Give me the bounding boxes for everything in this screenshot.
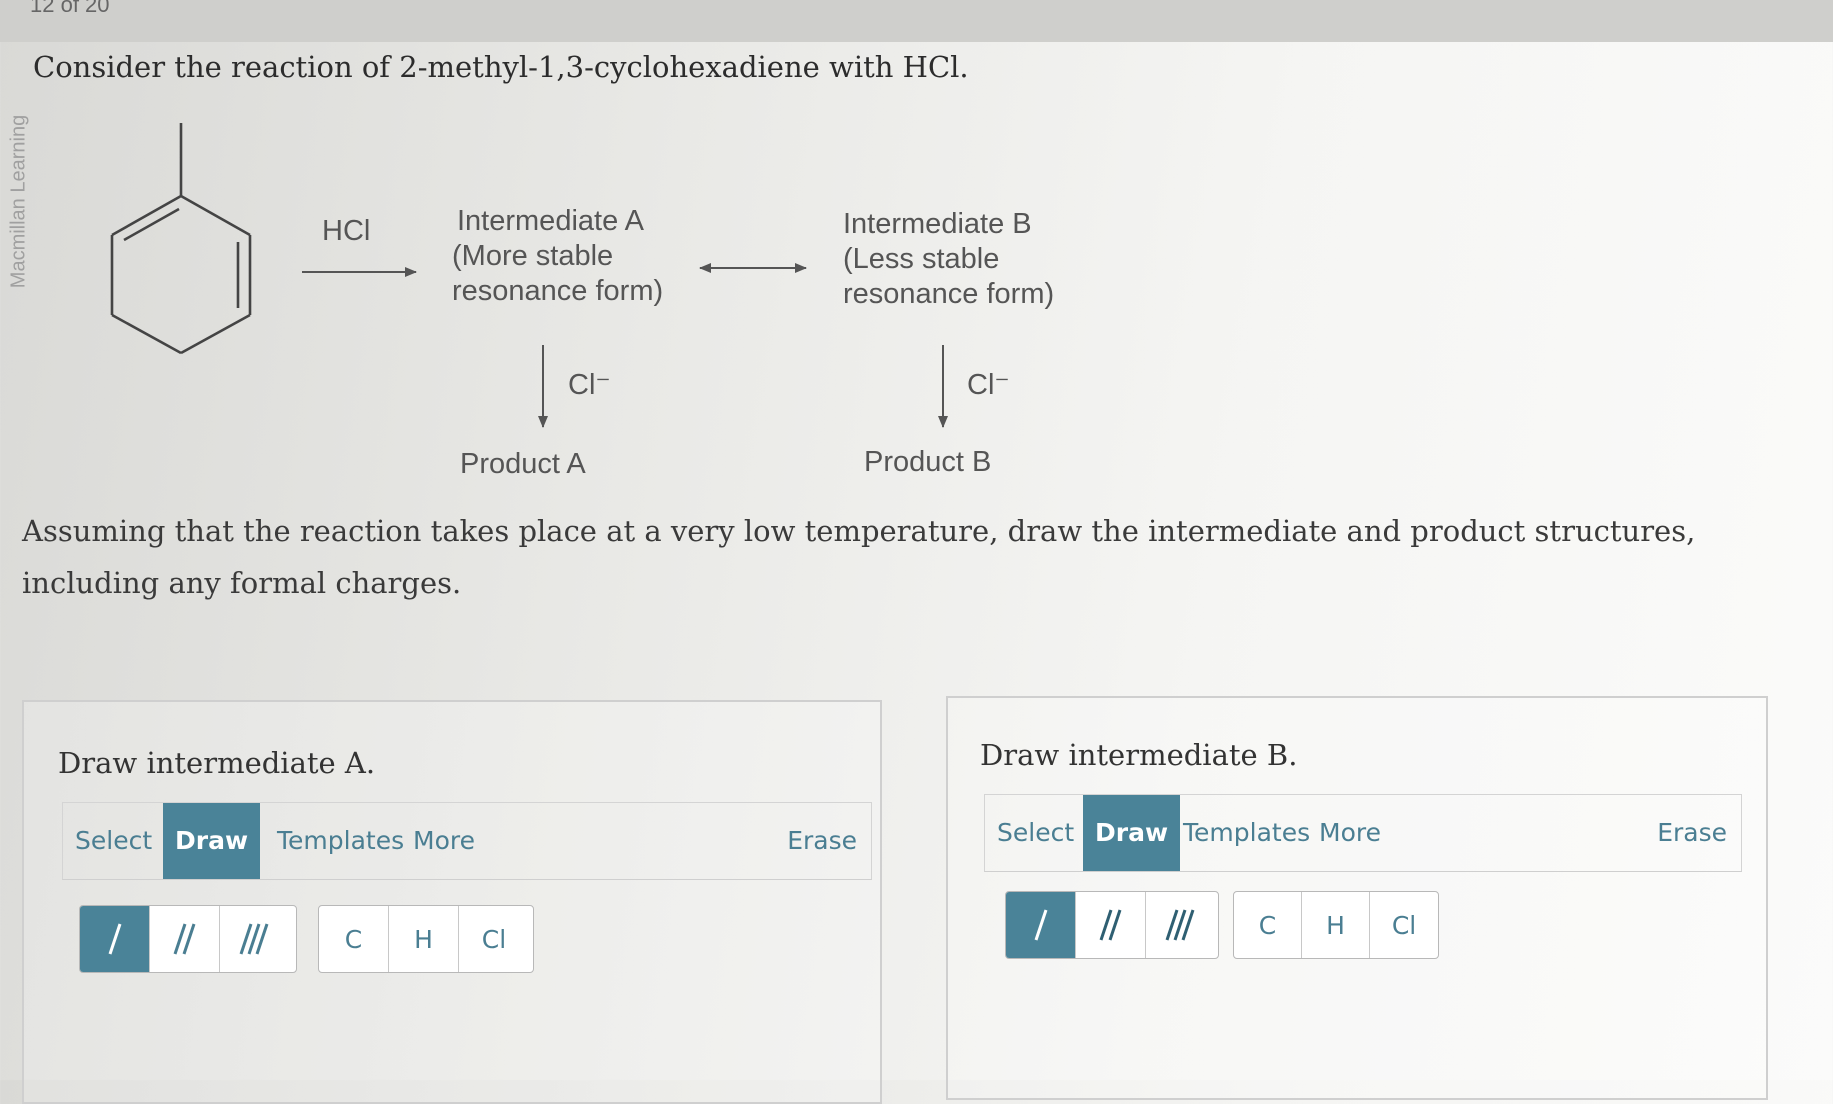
product-a-label: Product A (460, 448, 586, 480)
tab-draw[interactable]: Draw (1083, 795, 1181, 871)
tab-more[interactable]: More (401, 803, 487, 879)
atom-tools: C H Cl (318, 905, 534, 973)
draw-panel-intermediate-a: Draw intermediate A. Select Draw Templat… (22, 700, 882, 1104)
single-bond-icon (1034, 909, 1047, 941)
triple-bond-icon (1165, 909, 1195, 941)
double-bond-icon (1099, 909, 1121, 941)
double-bond-button[interactable] (1076, 892, 1146, 958)
tab-draw[interactable]: Draw (163, 803, 261, 879)
intermediate-b-line2: (Less stable (843, 243, 1000, 275)
chloride-label-a: Cl⁻ (568, 369, 611, 401)
reagent-label: HCl (322, 215, 371, 247)
triple-bond-button[interactable] (1146, 892, 1216, 958)
panel-title: Draw intermediate B. (980, 738, 1298, 772)
double-bond-button[interactable] (150, 906, 220, 972)
intermediate-a-line2: (More stable (452, 240, 614, 272)
tab-templates[interactable]: Templates (265, 803, 416, 879)
single-bond-button[interactable] (80, 906, 150, 972)
question-counter: 12 of 20 (30, 0, 110, 17)
sketcher-toolbar: Select Draw Templates More Erase (62, 802, 872, 880)
triple-bond-button[interactable] (220, 906, 290, 972)
intermediate-a-line3: resonance form) (452, 275, 664, 307)
erase-button[interactable]: Erase (787, 803, 857, 879)
bond-tools (79, 905, 297, 973)
reactant-molecule (110, 123, 252, 355)
panel-title: Draw intermediate A. (58, 746, 376, 780)
tab-templates[interactable]: Templates (1171, 795, 1322, 871)
product-b-label: Product B (864, 446, 992, 478)
chloride-label-b: Cl⁻ (967, 369, 1010, 401)
intermediate-a-line1: Intermediate A (457, 205, 644, 237)
intermediate-b-line3: resonance form) (843, 278, 1055, 310)
sketcher-toolbar: Select Draw Templates More Erase (984, 794, 1742, 872)
intermediate-b-line1: Intermediate B (843, 208, 1032, 240)
tab-select[interactable]: Select (63, 803, 164, 879)
single-bond-button[interactable] (1006, 892, 1076, 958)
atom-carbon-button[interactable]: C (1234, 892, 1303, 958)
atom-chlorine-button[interactable]: Cl (1370, 892, 1438, 958)
question-text: Consider the reaction of 2-methyl-1,3-cy… (33, 50, 969, 84)
tab-more[interactable]: More (1307, 795, 1393, 871)
triple-bond-icon (239, 923, 269, 955)
atom-hydrogen-button[interactable]: H (1302, 892, 1371, 958)
atom-chlorine-button[interactable]: Cl (459, 906, 529, 972)
reaction-scheme: HCl Intermediate A (More stable resonanc… (0, 100, 1200, 500)
bond-tools (1005, 891, 1219, 959)
single-bond-icon (108, 923, 121, 955)
top-strip (0, 0, 1833, 42)
instruction-text: Assuming that the reaction takes place a… (22, 514, 1696, 600)
atom-tools: C H Cl (1233, 891, 1439, 959)
erase-button[interactable]: Erase (1657, 795, 1727, 871)
tab-select[interactable]: Select (985, 795, 1086, 871)
atom-hydrogen-button[interactable]: H (389, 906, 459, 972)
draw-panel-intermediate-b: Draw intermediate B. Select Draw Templat… (946, 696, 1768, 1100)
atom-carbon-button[interactable]: C (319, 906, 389, 972)
double-bond-icon (173, 923, 195, 955)
